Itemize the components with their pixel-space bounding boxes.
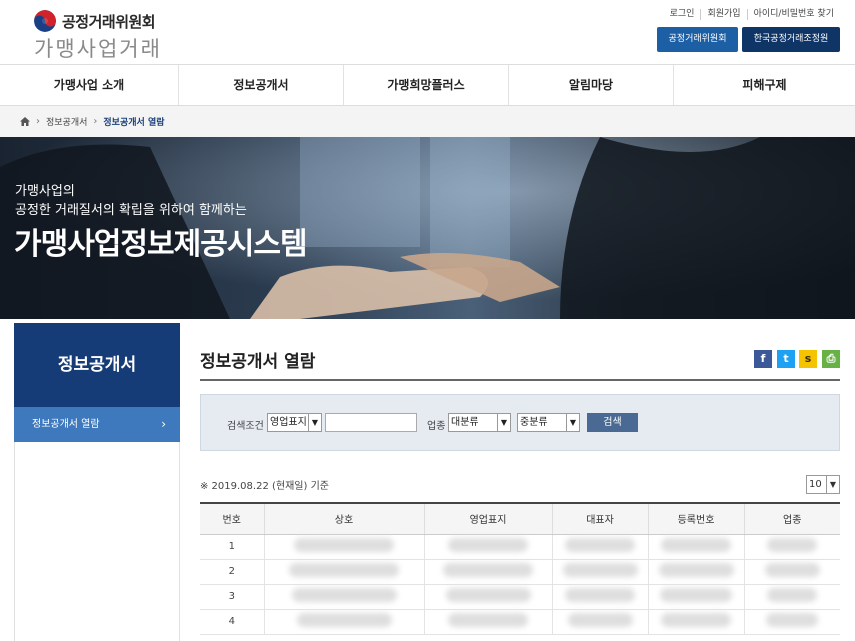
major-category-select[interactable]: 대분류 ▼: [448, 413, 511, 432]
redacted-cell: [743, 559, 840, 585]
col-header-industry: 업종: [743, 503, 840, 535]
redacted-cell: [423, 534, 552, 560]
hero-banner: 가맹사업의 공정한 거래질서의 확립을 위하여 함께하는 가맹사업정보제공시스템: [0, 137, 855, 319]
redacted-cell: [551, 534, 648, 560]
chevron-down-icon: ▼: [497, 414, 510, 431]
search-button[interactable]: 검색: [587, 413, 638, 432]
nav-item-relief[interactable]: 피해구제: [674, 65, 855, 105]
redacted-cell: [647, 559, 744, 585]
col-header-reg-no: 등록번호: [647, 503, 744, 535]
lnb-body: [14, 442, 180, 641]
nav-item-hope-plus[interactable]: 가맹희망플러스: [344, 65, 509, 105]
util-menu: 로그인 회원가입 아이디/비밀번호 찾기: [664, 9, 840, 20]
col-header-brand: 영업표지: [423, 503, 552, 535]
print-icon[interactable]: ⎙: [822, 350, 840, 368]
redacted-cell: [423, 584, 552, 610]
redacted-cell: [647, 609, 744, 635]
banner-subtitle-1: 가맹사업의: [15, 184, 75, 199]
table-row[interactable]: 3: [200, 584, 840, 610]
redacted-cell: [263, 534, 424, 560]
breadcrumb: › 정보공개서 › 정보공개서 열람: [0, 106, 855, 137]
lnb-item-label: 정보공개서 열람: [32, 419, 100, 430]
redacted-cell: [647, 584, 744, 610]
breadcrumb-item[interactable]: 정보공개서: [46, 115, 87, 128]
redacted-cell: [263, 609, 424, 635]
search-panel: 검색조건 영업표지 ▼ 업종 대분류 ▼ 중분류 ▼ 검색: [200, 394, 840, 451]
twitter-icon[interactable]: t: [777, 350, 795, 368]
redacted-cell: [551, 584, 648, 610]
redacted-cell: [551, 559, 648, 585]
main-nav: 가맹사업 소개 정보공개서 가맹희망플러스 알림마당 피해구제: [0, 64, 855, 106]
category-label: 업종: [427, 421, 446, 432]
org-name: 공정거래위원회: [62, 13, 156, 31]
chevron-down-icon: ▼: [566, 414, 579, 431]
kakaostory-icon[interactable]: s: [799, 350, 817, 368]
kofair-link-button[interactable]: 한국공정거래조정원: [742, 27, 840, 52]
login-link[interactable]: 로그인: [664, 9, 701, 20]
table-row[interactable]: 2: [200, 559, 840, 585]
redacted-cell: [551, 609, 648, 635]
col-header-ceo: 대표자: [551, 503, 648, 535]
search-condition-select[interactable]: 영업표지 ▼: [267, 413, 322, 432]
table-row[interactable]: 1: [200, 534, 840, 560]
facebook-icon[interactable]: f: [754, 350, 772, 368]
row-number: 3: [200, 584, 264, 610]
title-divider: [200, 379, 840, 381]
page-size-value: 10: [809, 479, 822, 490]
breadcrumb-current: 정보공개서 열람: [103, 118, 165, 128]
row-number: 2: [200, 559, 264, 585]
table-row[interactable]: 4: [200, 609, 840, 635]
ftc-link-button[interactable]: 공정거래위원회: [657, 27, 738, 52]
redacted-cell: [423, 609, 552, 635]
nav-item-notice[interactable]: 알림마당: [509, 65, 674, 105]
lnb-item-disclosure-view[interactable]: 정보공개서 열람 ›: [14, 407, 180, 442]
site-header: 공정거래위원회 가맹사업거래 로그인 회원가입 아이디/비밀번호 찾기 공정거래…: [0, 0, 855, 64]
search-condition-value: 영업표지: [270, 417, 307, 428]
taegeuk-emblem-icon: [34, 10, 56, 32]
col-header-company: 상호: [263, 503, 424, 535]
page-title: 정보공개서 열람: [200, 352, 316, 372]
middle-category-select[interactable]: 중분류 ▼: [517, 413, 580, 432]
lnb-title: 정보공개서: [14, 323, 180, 407]
redacted-cell: [743, 534, 840, 560]
home-icon[interactable]: [20, 117, 30, 126]
middle-category-value: 중분류: [520, 417, 548, 428]
table-header-row: 번호 상호 영업표지 대표자 등록번호 업종: [200, 503, 840, 535]
basis-date-note: ※ 2019.08.22 (현재일) 기준: [200, 481, 329, 492]
major-category-value: 대분류: [451, 417, 479, 428]
col-header-no: 번호: [200, 503, 264, 535]
signup-link[interactable]: 회원가입: [700, 9, 746, 20]
chevron-right-icon: ›: [36, 116, 40, 127]
search-condition-label: 검색조건: [227, 421, 264, 432]
row-number: 1: [200, 534, 264, 560]
page-size-select[interactable]: 10 ▼: [806, 475, 840, 494]
redacted-cell: [263, 559, 424, 585]
find-account-link[interactable]: 아이디/비밀번호 찾기: [746, 9, 840, 20]
chevron-right-icon: ›: [161, 417, 166, 431]
chevron-down-icon: ▼: [826, 476, 839, 493]
row-number: 4: [200, 609, 264, 635]
banner-subtitle-2: 공정한 거래질서의 확립을 위하여 함께하는: [15, 203, 247, 218]
redacted-cell: [743, 584, 840, 610]
redacted-cell: [647, 534, 744, 560]
disclosure-table: 번호 상호 영업표지 대표자 등록번호 업종 1 2 3 4: [200, 502, 840, 635]
nav-item-disclosure[interactable]: 정보공개서: [179, 65, 344, 105]
search-keyword-input[interactable]: [325, 413, 417, 432]
redacted-cell: [423, 559, 552, 585]
redacted-cell: [743, 609, 840, 635]
site-name: 가맹사업거래: [34, 37, 162, 61]
redacted-cell: [263, 584, 424, 610]
chevron-right-icon: ›: [93, 116, 98, 127]
nav-item-franchise-intro[interactable]: 가맹사업 소개: [0, 65, 179, 105]
chevron-down-icon: ▼: [308, 414, 321, 431]
banner-title: 가맹사업정보제공시스템: [14, 227, 308, 262]
